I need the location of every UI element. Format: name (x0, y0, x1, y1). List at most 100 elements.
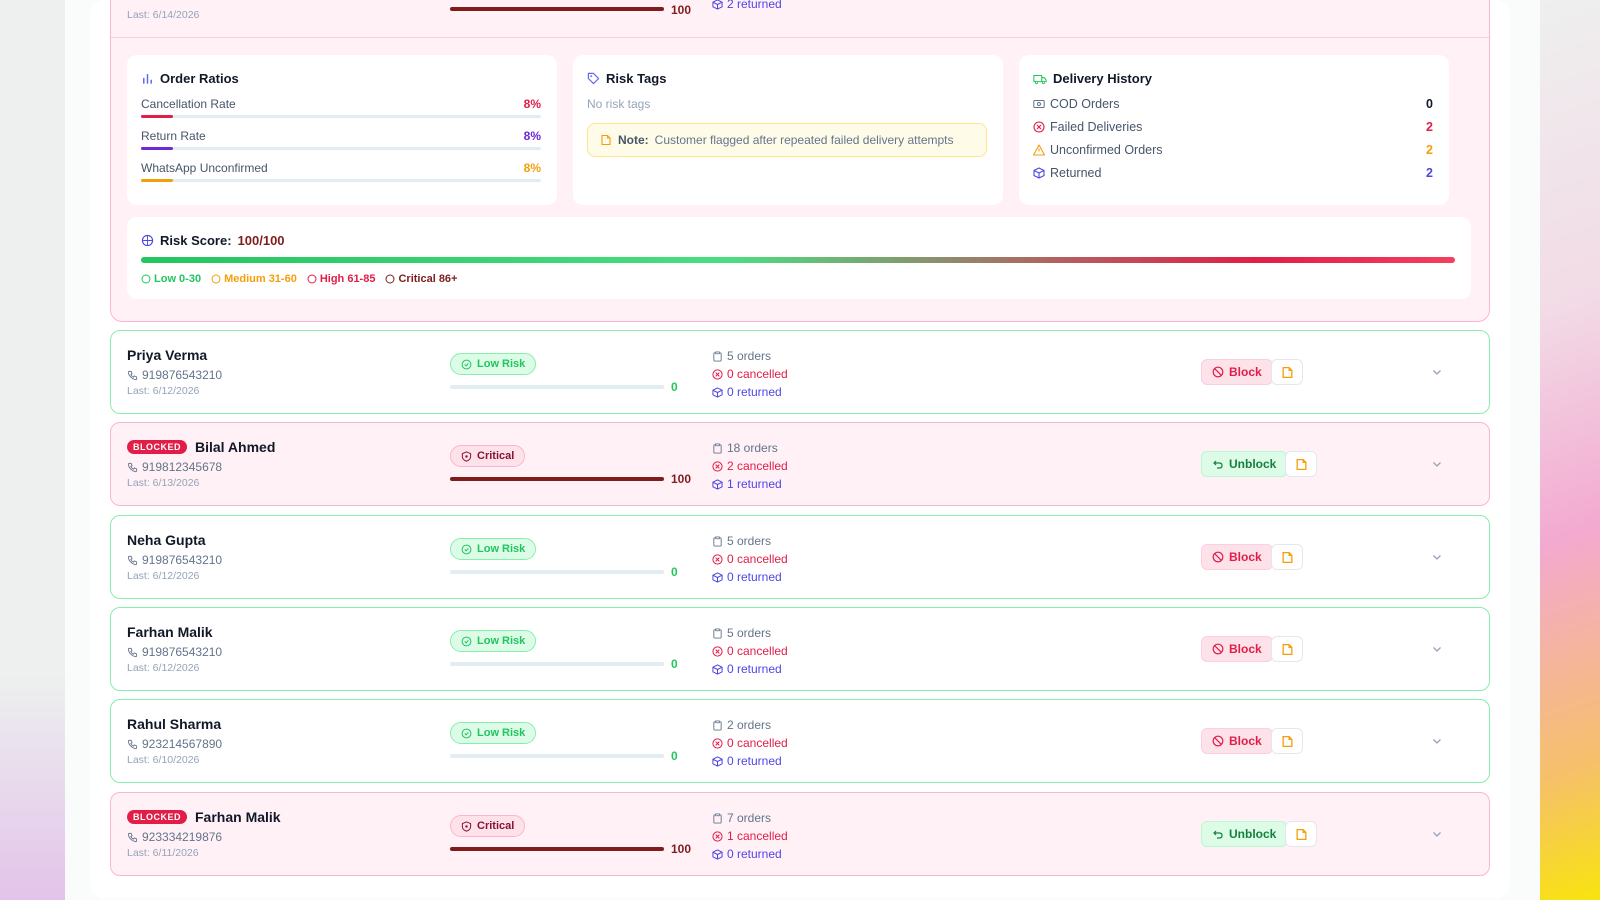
risk-score-bar (450, 477, 664, 481)
cancelled-count: 0 cancelled (712, 734, 788, 752)
risk-score-gradient-bar (141, 257, 1455, 263)
no-risk-tags-text: No risk tags (587, 97, 651, 111)
add-note-button[interactable] (1271, 728, 1303, 754)
phone-icon (127, 739, 138, 749)
customer-row[interactable]: BLOCKED Farhan Malik 923334219876 Last: 6/1… (110, 792, 1490, 876)
chevron-down-icon[interactable] (1431, 828, 1443, 840)
x-circle-icon (712, 737, 723, 749)
clipboard-icon (713, 536, 722, 547)
unblock-button[interactable]: Unblock (1201, 821, 1288, 847)
customer-row[interactable]: Neha Gupta 919876543210 Last: 6/12/2026 Low… (110, 515, 1490, 599)
customer-name: Bilal Ahmed (195, 439, 276, 455)
note-icon (1296, 828, 1306, 840)
phone-number: 923334219876 (142, 830, 223, 844)
expand-toggle[interactable] (1431, 734, 1443, 752)
orders-count: 18 orders (712, 439, 788, 457)
risk-score-value: 0 (671, 380, 678, 394)
bar-chart-icon (143, 74, 152, 84)
package-icon (712, 0, 723, 10)
note-icon (1282, 551, 1292, 563)
customer-row[interactable]: BLOCKED Bilal Ahmed 919812345678 Last: 6/13… (110, 422, 1490, 506)
customer-row[interactable]: Farhan Malik 919876543210 Last: 6/12/2026 L… (110, 607, 1490, 691)
phone-icon (127, 555, 138, 565)
last-order-date: Last: 6/14/2026 (127, 9, 200, 21)
last-order-date: Last: 6/12/2026 (127, 662, 200, 674)
phone-number: 923214567890 (142, 737, 223, 751)
phone-line: 923334219876 (127, 830, 222, 844)
orders-count: 5 orders (712, 347, 788, 365)
add-note-button[interactable] (1285, 451, 1317, 477)
add-note-button[interactable] (1271, 359, 1303, 385)
phone-line: 919876543210 (127, 645, 222, 659)
block-button[interactable]: Block (1201, 544, 1273, 570)
shield-alert-icon (461, 450, 472, 462)
x-circle-icon (712, 460, 723, 472)
failed-deliveries-item: Failed Deliveries 2 (1033, 120, 1433, 134)
shield-check-icon (461, 636, 472, 646)
shield-alert-icon (461, 820, 472, 832)
order-stats: 2 orders 0 cancelled 0 returned (712, 716, 788, 770)
phone-icon (127, 370, 138, 380)
note-icon (1282, 366, 1292, 378)
orders-count: 2 orders (712, 716, 788, 734)
expand-toggle[interactable] (1431, 457, 1443, 475)
last-order-date: Last: 6/10/2026 (127, 754, 200, 766)
add-note-button[interactable] (1271, 636, 1303, 662)
risk-score-bar (450, 7, 664, 11)
tag-icon (587, 72, 600, 85)
cancelled-count: 2 cancelled (712, 457, 788, 475)
customer-row[interactable]: Rahul Sharma 923214567890 Last: 6/10/2026 L… (110, 699, 1490, 783)
phone-icon (127, 832, 138, 842)
shield-check-icon (461, 728, 472, 738)
phone-line: 919876543210 (127, 553, 222, 567)
cancelled-count: 1 cancelled (712, 827, 788, 845)
add-note-button[interactable] (1271, 544, 1303, 570)
customer-row[interactable]: Priya Verma 919876543210 Last: 6/12/2026 Lo… (110, 330, 1490, 414)
package-icon (712, 386, 723, 398)
order-ratios-title: Order Ratios (141, 71, 239, 86)
ban-icon (1212, 366, 1224, 378)
block-button[interactable]: Block (1201, 728, 1273, 754)
cancelled-count: 0 cancelled (712, 550, 788, 568)
x-circle-icon (712, 553, 723, 565)
orders-count: 5 orders (712, 624, 788, 642)
returned-count: 0 returned (712, 383, 788, 401)
risk-score-panel: Risk Score: 100/100 Low 0-30 Medium 31-6… (127, 217, 1471, 299)
order-stats: 5 orders 0 cancelled 0 returned (712, 347, 788, 401)
legend-medium: Medium 31-60 (211, 273, 297, 285)
customer-name: Neha Gupta (127, 532, 206, 548)
ratio-cancellation: Cancellation Rate 8% (141, 97, 541, 118)
returned-item: Returned 2 (1033, 166, 1433, 180)
main-panel: 923015674289 Last: 6/14/2026 100 2 retur… (65, 0, 1540, 900)
expand-toggle[interactable] (1431, 365, 1443, 383)
unblock-button[interactable]: Unblock (1201, 451, 1288, 477)
phone-line: 919812345678 (127, 460, 222, 474)
risk-tags-panel: Risk Tags No risk tags Note: Customer fl… (573, 55, 1003, 205)
block-button[interactable]: Block (1201, 636, 1273, 662)
risk-score-value: 0 (671, 565, 678, 579)
chevron-down-icon[interactable] (1431, 735, 1443, 747)
expand-toggle[interactable] (1431, 642, 1443, 660)
expand-toggle[interactable] (1431, 827, 1443, 845)
customer-name: Farhan Malik (195, 809, 281, 825)
shield-globe-icon (141, 234, 154, 247)
block-button[interactable]: Block (1201, 359, 1273, 385)
ratio-return: Return Rate 8% (141, 129, 541, 150)
blocked-badge: BLOCKED (127, 440, 187, 454)
chevron-down-icon[interactable] (1431, 366, 1443, 378)
add-note-button[interactable] (1285, 821, 1317, 847)
phone-number: 919812345678 (142, 460, 223, 474)
order-ratios-panel: Order Ratios Cancellation Rate 8% Return… (127, 55, 557, 205)
order-stats: 5 orders 0 cancelled 0 returned (712, 532, 788, 586)
x-circle-icon (712, 830, 723, 842)
customers-card: 923015674289 Last: 6/14/2026 100 2 retur… (90, 0, 1510, 898)
risk-level-badge: Low Risk (450, 538, 537, 560)
expand-toggle[interactable] (1431, 550, 1443, 568)
chevron-down-icon[interactable] (1431, 458, 1443, 470)
chevron-down-icon[interactable] (1431, 643, 1443, 655)
risk-score-value: 0 (671, 749, 678, 763)
returned-count: 0 returned (712, 660, 788, 678)
cancelled-count: 0 cancelled (712, 642, 788, 660)
chevron-down-icon[interactable] (1431, 551, 1443, 563)
divider (111, 37, 1489, 38)
